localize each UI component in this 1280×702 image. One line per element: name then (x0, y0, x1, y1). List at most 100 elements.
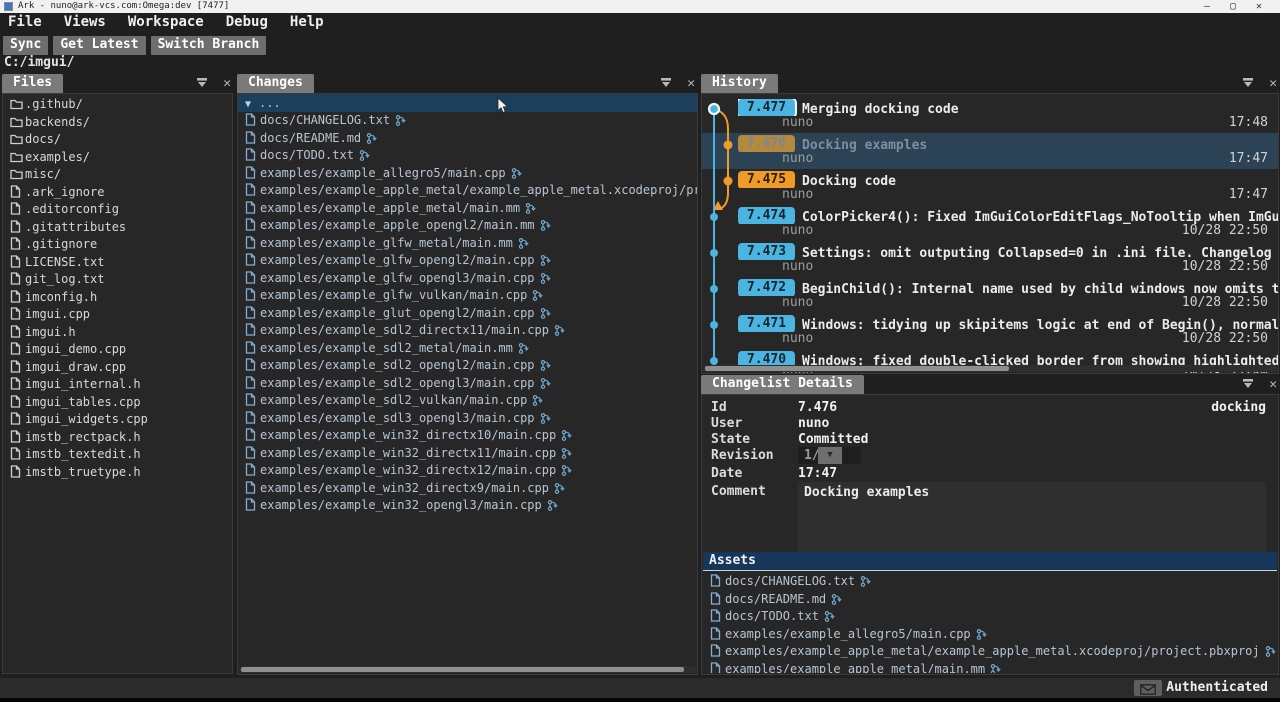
menu-item-workspace[interactable]: Workspace (128, 14, 204, 30)
history-entry-7.477[interactable]: 7.477Merging docking codenuno17:48 (702, 97, 1278, 133)
file-name: LICENSE.txt (25, 255, 104, 269)
maximize-button[interactable]: ▢ (1220, 0, 1246, 13)
changed-file-row[interactable]: examples/example_win32_opengl3/main.cpp (238, 497, 697, 515)
changed-file-row[interactable]: examples/example_sdl3_opengl3/main.cpp (238, 410, 697, 428)
tab-history[interactable]: History (701, 74, 778, 93)
changed-file-row[interactable]: examples/example_apple_opengl2/main.mm (238, 217, 697, 235)
get-latest-button[interactable]: Get Latest (53, 36, 145, 55)
file-tree-item[interactable]: .github/ (3, 96, 232, 114)
changed-file-row[interactable]: docs/TODO.txt (238, 147, 697, 165)
file-tree-item[interactable]: imconfig.h (3, 289, 232, 307)
file-tree-item[interactable]: imstb_rectpack.h (3, 429, 232, 447)
history-entry-7.474[interactable]: 7.474ColorPicker4(): Fixed ImGuiColorEdi… (702, 205, 1278, 241)
switch-branch-button[interactable]: Switch Branch (151, 36, 267, 55)
branch-fork-icon (532, 394, 544, 410)
changed-file-row[interactable]: examples/example_win32_directx11/main.cp… (238, 445, 697, 463)
file-tree-item[interactable]: imgui_demo.cpp (3, 341, 232, 359)
file-tree-item[interactable]: .editorconfig (3, 201, 232, 219)
file-tree-item[interactable]: imgui_widgets.cpp (3, 411, 232, 429)
menu-item-views[interactable]: Views (64, 14, 106, 30)
history-filter-icon[interactable] (1242, 76, 1254, 90)
history-entry-7.475[interactable]: 7.475Docking codenuno17:47 (702, 169, 1278, 205)
envelope-icon[interactable] (1134, 680, 1162, 696)
app-icon (4, 2, 13, 11)
file-tree-item[interactable]: .ark_ignore (3, 184, 232, 202)
changed-file-row[interactable]: examples/example_apple_metal/main.mm (238, 200, 697, 218)
history-entry-7.472[interactable]: 7.472BeginChild(): Internal name used by… (702, 277, 1278, 313)
sync-button[interactable]: Sync (3, 36, 48, 55)
changed-file-row[interactable]: examples/example_win32_directx9/main.cpp (238, 480, 697, 498)
file-tree-item[interactable]: imgui.cpp (3, 306, 232, 324)
file-tree-item[interactable]: imgui_internal.h (3, 376, 232, 394)
commit-title: Settings: omit outputing Collapsed=0 in … (802, 246, 1278, 260)
changed-file-row[interactable]: examples/example_win32_directx12/main.cp… (238, 462, 697, 480)
history-close-icon[interactable]: ✕ (1269, 76, 1277, 91)
file-tree-item[interactable]: git_log.txt (3, 271, 232, 289)
changes-hscrollbar[interactable] (239, 666, 696, 673)
menu-item-help[interactable]: Help (290, 14, 324, 30)
file-tree-item[interactable]: .gitignore (3, 236, 232, 254)
history-hscrollbar[interactable] (703, 365, 1277, 372)
file-tree-item[interactable]: imgui_tables.cpp (3, 394, 232, 412)
file-tree-item[interactable]: imstb_truetype.h (3, 464, 232, 482)
changed-file-row[interactable]: examples/example_glfw_opengl2/main.cpp (238, 252, 697, 270)
changed-file-row[interactable]: docs/TODO.txt (703, 608, 1277, 626)
tab-changes[interactable]: Changes (237, 74, 314, 93)
history-entry-7.473[interactable]: 7.473Settings: omit outputing Collapsed=… (702, 241, 1278, 277)
changed-file-row[interactable]: examples/example_apple_metal/example_app… (238, 182, 697, 200)
file-icon (245, 288, 260, 305)
changed-file-row[interactable]: docs/README.md (238, 130, 697, 148)
file-tree-item[interactable]: .gitattributes (3, 219, 232, 237)
file-tree-item[interactable]: imgui.h (3, 324, 232, 342)
changed-file-row[interactable]: examples/example_sdl2_opengl2/main.cpp (238, 357, 697, 375)
changed-file-row[interactable]: examples/example_allegro5/main.cpp (703, 626, 1277, 644)
history-entry-7.471[interactable]: 7.471Windows: tidying up skipitems logic… (702, 313, 1278, 349)
os-titlebar[interactable]: Ark - nuno@ark-vcs.com:Omega:dev [7477] … (0, 0, 1280, 13)
file-path: examples/example_win32_directx9/main.cpp (260, 481, 549, 495)
changed-file-row[interactable]: examples/example_sdl2_directx11/main.cpp (238, 322, 697, 340)
close-button[interactable]: ✕ (1246, 0, 1272, 13)
details-filter-icon[interactable] (1242, 377, 1254, 391)
history-entry-7.476[interactable]: 7.476Docking examplesnuno17:47 (702, 133, 1278, 169)
file-name: imgui_tables.cpp (25, 395, 141, 409)
files-close-icon[interactable]: ✕ (223, 76, 231, 91)
minimize-button[interactable]: – (1194, 0, 1220, 13)
changed-file-row[interactable]: docs/CHANGELOG.txt (703, 573, 1277, 591)
changed-file-row[interactable]: examples/example_apple_metal/main.mm (703, 661, 1277, 674)
changed-file-row[interactable]: examples/example_glfw_vulkan/main.cpp (238, 287, 697, 305)
file-tree-item[interactable]: docs/ (3, 131, 232, 149)
tab-changelist-details[interactable]: Changelist Details (701, 375, 864, 394)
changes-filter-icon[interactable] (660, 76, 672, 90)
details-close-icon[interactable]: ✕ (1269, 377, 1277, 392)
file-tree-item[interactable]: imstb_textedit.h (3, 446, 232, 464)
changed-file-row[interactable]: examples/example_apple_metal/example_app… (703, 643, 1277, 661)
file-name: .editorconfig (25, 202, 119, 216)
file-icon (10, 272, 25, 289)
changed-file-row[interactable]: examples/example_sdl2_vulkan/main.cpp (238, 392, 697, 410)
changed-file-row[interactable]: docs/README.md (703, 591, 1277, 609)
changed-file-row[interactable]: examples/example_glfw_metal/main.mm (238, 235, 697, 253)
file-path: examples/example_allegro5/main.cpp (260, 166, 506, 180)
changed-file-row[interactable]: examples/example_sdl2_opengl3/main.cpp (238, 375, 697, 393)
revision-dropdown-button[interactable]: ▼ (818, 447, 842, 464)
changed-file-row[interactable]: docs/CHANGELOG.txt (238, 112, 697, 130)
file-tree-item[interactable]: misc/ (3, 166, 232, 184)
menu-item-debug[interactable]: Debug (226, 14, 268, 30)
menu-item-file[interactable]: File (8, 14, 42, 30)
changed-file-row[interactable]: examples/example_win32_directx10/main.cp… (238, 427, 697, 445)
tab-files[interactable]: Files (2, 74, 63, 93)
file-tree-item[interactable]: imgui_draw.cpp (3, 359, 232, 377)
file-tree-item[interactable]: backends/ (3, 114, 232, 132)
changed-file-row[interactable]: examples/example_allegro5/main.cpp (238, 165, 697, 183)
changes-root-row[interactable]: ▼... (238, 94, 697, 112)
changed-file-row[interactable]: examples/example_glut_opengl2/main.cpp (238, 305, 697, 323)
file-tree-item[interactable]: examples/ (3, 149, 232, 167)
file-icon (10, 237, 25, 254)
changed-file-row[interactable]: examples/example_glfw_opengl3/main.cpp (238, 270, 697, 288)
changed-file-row[interactable]: examples/example_sdl2_metal/main.mm (238, 340, 697, 358)
comment-textarea[interactable]: Docking examples (798, 482, 1266, 555)
file-tree-item[interactable]: LICENSE.txt (3, 254, 232, 272)
commit-title: Docking examples (802, 138, 927, 152)
changes-close-icon[interactable]: ✕ (687, 76, 695, 91)
files-filter-icon[interactable] (196, 76, 208, 90)
